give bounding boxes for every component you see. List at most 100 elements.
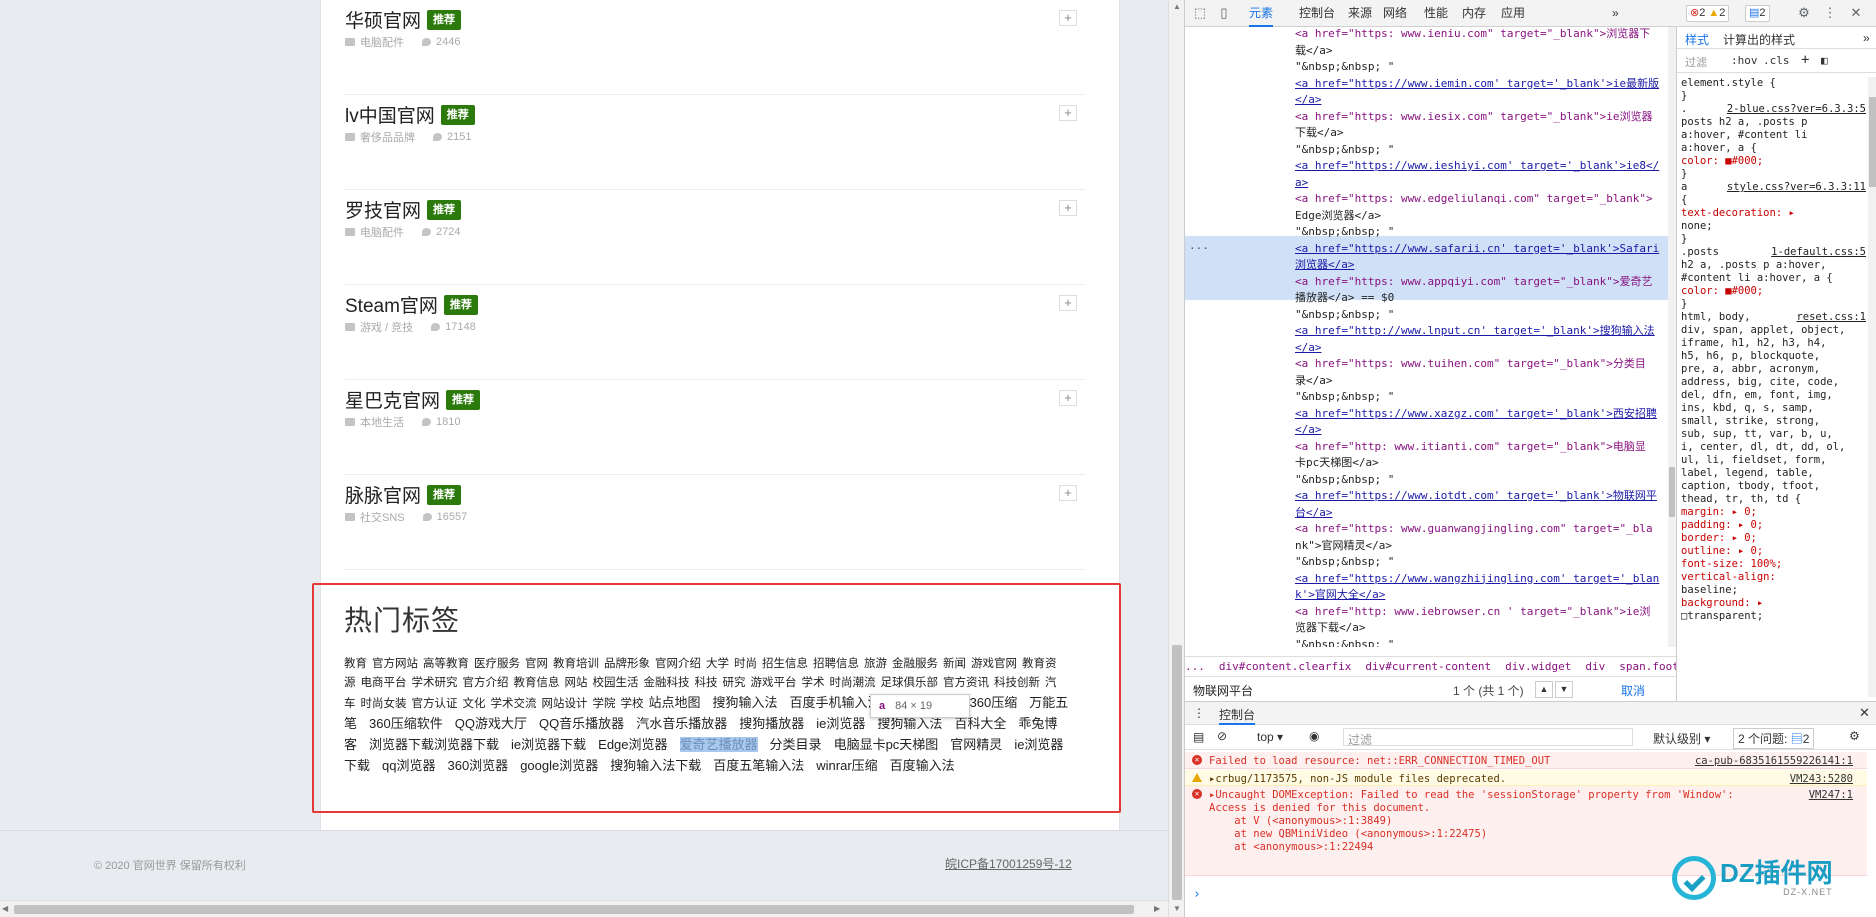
console-message-text[interactable]: ▸Uncaught DOMException: Failed to read t… (1209, 789, 1734, 854)
dom-line[interactable]: 录</a> (1295, 374, 1655, 387)
more-options-icon[interactable]: ⋮ (1823, 6, 1837, 20)
dom-line[interactable]: 浏览器</a> (1295, 258, 1655, 271)
console-message-text[interactable]: Failed to load resource: net::ERR_CONNEC… (1209, 755, 1550, 768)
style-rule-line[interactable]: .posts 1-default.css:5 (1681, 246, 1866, 259)
style-source-link[interactable]: 1-default.css:5 (1771, 246, 1866, 259)
tag-link[interactable]: winrar压缩 (816, 758, 877, 773)
elements-vscroll[interactable] (1668, 27, 1676, 647)
tag-link[interactable]: 品牌形象 (604, 658, 650, 670)
tag-link[interactable]: 电商平台 (361, 677, 407, 689)
breadcrumb-item[interactable]: ... (1185, 660, 1205, 673)
dom-line[interactable]: <a href="https://www.ieshiyi.com' target… (1295, 159, 1659, 172)
dom-line[interactable]: "&nbsp;&nbsp; " (1295, 473, 1655, 486)
dom-line[interactable]: <a href="https: www.iesix.com" target="_… (1295, 110, 1655, 123)
style-rule-line[interactable]: } (1681, 168, 1866, 181)
devtools-tab[interactable]: 网络 (1383, 0, 1407, 27)
scroll-down-icon[interactable]: ▼ (1173, 904, 1181, 913)
dom-line[interactable]: Edge浏览器</a> (1295, 209, 1655, 222)
console-source-link[interactable]: ca-pub-6835161559226141:1 (1695, 755, 1853, 768)
dom-line[interactable]: 载</a> (1295, 44, 1655, 57)
style-rule-line[interactable]: h2 a, .posts p a:hover, (1681, 259, 1866, 272)
cls-toggle[interactable]: .cls (1763, 54, 1790, 67)
style-rule-line[interactable]: sub, sup, tt, var, b, u, (1681, 428, 1866, 441)
dom-line[interactable]: "&nbsp;&nbsp; " (1295, 225, 1655, 238)
find-prev-icon[interactable]: ▲ (1535, 681, 1553, 698)
context-select[interactable]: top ▾ (1257, 730, 1283, 744)
style-rule-line[interactable]: color: ■#000; (1681, 285, 1866, 298)
dom-line[interactable]: "&nbsp;&nbsp; " (1295, 555, 1655, 568)
dom-line[interactable]: 下载</a> (1295, 126, 1655, 139)
elements-vscroll-thumb[interactable] (1669, 467, 1675, 517)
styles-scroll-thumb[interactable] (1869, 97, 1876, 187)
style-rule-line[interactable]: iframe, h1, h2, h3, h4, (1681, 337, 1866, 350)
site-name[interactable]: 华硕官网 推荐 (345, 6, 462, 33)
style-rule-line[interactable]: text-decoration: ▸ (1681, 207, 1866, 220)
expand-plus-icon[interactable]: + (1059, 295, 1077, 311)
sidebar-toggle-icon[interactable]: ▤ (1193, 730, 1204, 744)
tag-link[interactable]: 招聘信息 (813, 658, 859, 670)
tag-link[interactable]: ie浏览器 (816, 716, 865, 731)
tag-link[interactable]: 搜狗输入法下载 (610, 758, 701, 773)
dom-line[interactable]: <a href="http://www.lnput.cn' target='_b… (1295, 324, 1655, 337)
tag-link[interactable]: 官方资讯 (943, 677, 989, 689)
tag-link[interactable]: 游戏平台 (751, 677, 797, 689)
scroll-right-icon[interactable]: ▶ (1154, 904, 1160, 913)
tag-link[interactable]: 官方认证 (412, 698, 458, 710)
tag-link[interactable]: 学术 (802, 677, 825, 689)
page-horizontal-scrollbar[interactable]: ◀ ▶ (0, 900, 1168, 917)
style-rule-line[interactable]: caption, tbody, tfoot, (1681, 480, 1866, 493)
style-rule-line[interactable]: a:hover, a { (1681, 142, 1866, 155)
live-expression-icon[interactable]: ◉ (1309, 729, 1319, 743)
tag-link[interactable]: 浏览器下载浏览器下载 (369, 737, 499, 752)
close-devtools-icon[interactable]: ✕ (1849, 6, 1863, 20)
expand-plus-icon[interactable]: + (1059, 200, 1077, 216)
site-category[interactable]: 电脑配件 (360, 224, 404, 240)
site-category[interactable]: 电脑配件 (360, 34, 404, 50)
find-cancel-button[interactable]: 取消 (1621, 682, 1645, 699)
scroll-up-icon[interactable]: ▲ (1173, 2, 1181, 11)
dom-line[interactable]: <a href="https: www.tuihen.com" target="… (1295, 357, 1655, 370)
tag-link[interactable]: 文化 (463, 698, 486, 710)
tag-link[interactable]: 高等教育 (423, 658, 469, 670)
tag-link[interactable]: 百科大全 (954, 716, 1006, 731)
tag-link[interactable]: 招生信息 (762, 658, 808, 670)
style-rule-line[interactable]: posts h2 a, .posts p (1681, 116, 1866, 129)
dom-line[interactable]: 览器下载</a> (1295, 621, 1655, 634)
tag-link[interactable]: 网站设计 (542, 698, 588, 710)
dom-line[interactable]: "&nbsp;&nbsp; " (1295, 143, 1655, 156)
style-rule-line[interactable]: vertical-align: (1681, 571, 1866, 584)
dom-line[interactable]: <a href="http: www.iebrowser.cn ' target… (1295, 605, 1655, 618)
breadcrumb-item[interactable]: div#current-content (1365, 660, 1491, 673)
tag-link[interactable]: 教育培训 (553, 658, 599, 670)
hov-toggle[interactable]: :hov (1731, 54, 1758, 67)
new-rule-icon[interactable]: + (1801, 52, 1809, 68)
tag-link[interactable]: 校园生活 (593, 677, 639, 689)
dom-line[interactable]: <a href="http: www.itianti.com" target="… (1295, 440, 1655, 453)
styles-more-icon[interactable]: » (1863, 31, 1870, 45)
tag-link[interactable]: 360压缩 (970, 695, 1018, 710)
dom-line[interactable]: <a href="https: www.appqiyi.com" target=… (1295, 275, 1655, 288)
tag-link[interactable]: 教育 (344, 658, 367, 670)
style-rule-line[interactable]: html, body, reset.css:1 (1681, 311, 1866, 324)
style-rule-line[interactable]: del, dfn, em, font, img, (1681, 389, 1866, 402)
dom-line[interactable]: <a href="https://www.iotdt.com' target='… (1295, 489, 1657, 502)
style-rule-line[interactable]: font-size: 100%; (1681, 558, 1866, 571)
tag-link[interactable]: 学术交流 (491, 698, 537, 710)
dom-line[interactable]: "&nbsp;&nbsp; " (1295, 638, 1655, 648)
tag-link[interactable]: google浏览器 (520, 758, 598, 773)
breadcrumb-item[interactable]: div.widget (1505, 660, 1571, 673)
error-warning-counter[interactable]: ⊗2 ▲2 (1686, 5, 1730, 22)
console-tab[interactable]: 控制台 (1219, 706, 1256, 725)
style-rule-line[interactable]: border: ▸ 0; (1681, 532, 1866, 545)
style-rule-line[interactable]: #content li a:hover, a { (1681, 272, 1866, 285)
style-source-link[interactable]: style.css?ver=6.3.3:11 (1727, 181, 1866, 194)
breadcrumb-item[interactable]: span.footera (1619, 660, 1676, 673)
page-hscroll-thumb[interactable] (14, 905, 1134, 914)
tag-link[interactable]: 官网介绍 (655, 658, 701, 670)
page-vertical-scrollbar[interactable]: ▲ ▼ (1168, 0, 1184, 917)
console-message-text[interactable]: ▸crbug/1173575, non-JS module files depr… (1209, 773, 1506, 786)
console-settings-icon[interactable]: ⚙ (1849, 729, 1860, 743)
settings-gear-icon[interactable]: ⚙ (1797, 6, 1811, 20)
style-rule-line[interactable]: small, strike, strong, (1681, 415, 1866, 428)
log-level-select[interactable]: 默认级别 ▾ (1653, 730, 1710, 747)
